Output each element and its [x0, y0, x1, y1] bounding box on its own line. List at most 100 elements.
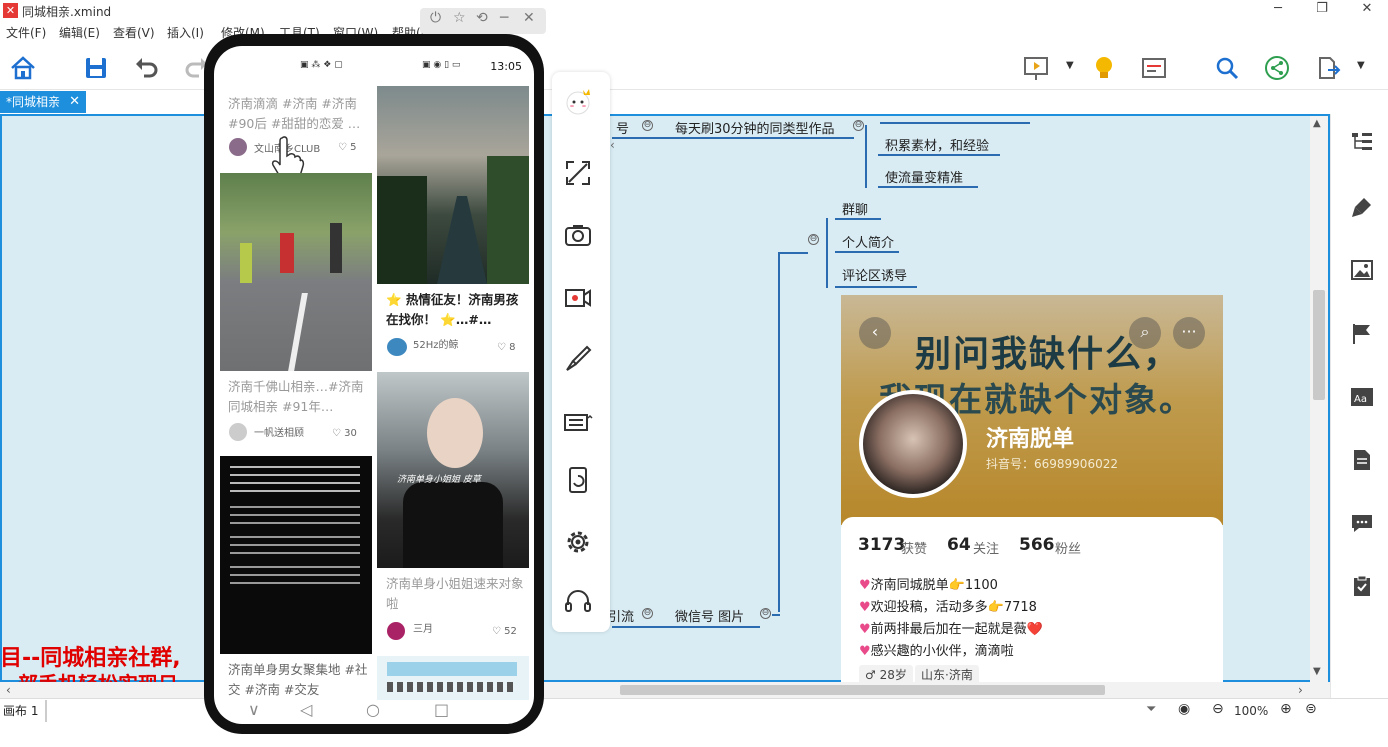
share-icon[interactable] [1263, 54, 1291, 82]
fit-screen-icon[interactable]: ⊜ [1305, 701, 1317, 717]
author-avatar [229, 423, 247, 441]
lightbulb-icon[interactable] [1090, 54, 1118, 82]
horizontal-scroll-thumb[interactable] [620, 685, 1105, 695]
status-icons-left: ▣ ⁂ ❖ ▢ [300, 60, 343, 70]
connector [778, 252, 780, 612]
phone-screen[interactable]: ▣ ⁂ ❖ ▢ ▣ ◉ ▯ ▭ 13:05 济南滴滴 #济南 #济南 #90后 … [214, 46, 534, 724]
collapse-icon[interactable]: ⊖ [808, 234, 819, 245]
feed-card-title[interactable]: 济南滴滴 #济南 #济南 #90后 #甜甜的恋爱 … [228, 94, 368, 134]
screenshot-icon[interactable] [563, 220, 593, 250]
topic-precise-traffic[interactable]: 使流量变精准 [885, 167, 963, 186]
zoom-in-icon[interactable]: ⊕ [1280, 701, 1292, 717]
nav-home-icon[interactable]: ○ [366, 700, 380, 719]
topic-partial-top[interactable]: 号 [616, 118, 629, 137]
phone-rotate-icon[interactable] [563, 465, 593, 495]
save-icon[interactable] [82, 54, 110, 82]
menu-bar [0, 22, 1388, 42]
presentation-dropdown-icon[interactable]: ▼ [1066, 60, 1074, 71]
profile-name: 济南脱单 [986, 427, 1075, 452]
undo-icon[interactable] [132, 54, 160, 82]
outline-icon[interactable] [1140, 54, 1168, 82]
author-avatar [387, 622, 405, 640]
collapse-icon[interactable]: ⊖ [642, 608, 653, 619]
filter-icon[interactable]: ⏷ [1146, 702, 1156, 717]
feed-photo-girl[interactable]: 济南单身小姐姐 皮草 [377, 372, 529, 568]
tab-label: *同城相亲 [6, 95, 61, 109]
text-style-icon[interactable]: Aa [1350, 385, 1374, 409]
scroll-left-icon[interactable]: ‹ [6, 683, 11, 697]
fullscreen-icon[interactable] [563, 158, 593, 188]
headset-support-icon[interactable] [563, 587, 593, 617]
topic-comment-guide[interactable]: 评论区诱导 [842, 265, 907, 284]
home-icon[interactable] [9, 54, 37, 82]
topic-daily-browse[interactable]: 每天刷30分钟的同类型作品 [675, 118, 835, 137]
record-icon[interactable] [563, 282, 593, 312]
connector [612, 137, 664, 139]
maximize-button[interactable]: ❐ [1312, 1, 1332, 16]
scroll-up-icon[interactable]: ▲ [1313, 118, 1321, 129]
scroll-down-icon[interactable]: ▼ [1313, 666, 1321, 677]
task-icon[interactable] [1350, 574, 1374, 598]
feed-photo-river[interactable] [377, 86, 529, 284]
nav-back-icon[interactable]: ◁ [300, 700, 312, 719]
topic-partial-bottom[interactable]: 引流 [608, 606, 634, 625]
zoom-out-icon[interactable]: ⊖ [1212, 701, 1224, 717]
minimize-button[interactable]: ─ [1268, 1, 1288, 16]
minimize-phone-icon[interactable]: ─ [500, 10, 508, 26]
nav-recent-icon[interactable]: □ [434, 700, 449, 719]
close-window-button[interactable]: ✕ [1357, 1, 1377, 16]
phone-nav-bar: ∨ ◁ ○ □ [214, 698, 534, 724]
feed-card-title[interactable]: 济南千佛山相亲…#济南同城相亲 #91年… [228, 377, 368, 417]
mascot-icon[interactable] [563, 86, 593, 116]
close-tab-icon[interactable]: ✕ [69, 91, 80, 113]
collapse-icon[interactable]: ⊖ [760, 608, 771, 619]
search-icon[interactable] [1213, 54, 1241, 82]
flag-icon[interactable] [1350, 322, 1374, 346]
scroll-right-icon[interactable]: › [1298, 683, 1303, 697]
feed-photo-crowd[interactable] [220, 173, 372, 371]
comment-icon[interactable] [1350, 511, 1374, 535]
settings-gear-icon[interactable] [563, 527, 593, 557]
topic-group-chat[interactable]: 群聊 [842, 199, 868, 218]
export-icon[interactable] [1314, 54, 1342, 82]
structure-icon[interactable] [1350, 130, 1374, 154]
nav-down-icon[interactable]: ∨ [248, 700, 260, 719]
topic-wechat-image[interactable]: 微信号 图片 [675, 606, 744, 625]
bio-line: ♥前两排最后加在一起就是薇❤️ [859, 622, 1043, 637]
feed-photo-text-post[interactable] [220, 456, 372, 654]
collapse-arrow-icon[interactable]: ‹ [610, 138, 615, 152]
embedded-profile-image[interactable]: 别问我缺什么， 我现在就缺个对象。 ‹ ⌕ ··· 济南脱单 抖音号：66989… [841, 295, 1223, 682]
notes-icon[interactable] [1350, 448, 1374, 472]
feed-card-title[interactable]: 济南单身小姐姐速来对象啦 [386, 574, 526, 614]
keyboard-icon[interactable] [563, 406, 593, 436]
menu-edit[interactable]: 编辑(E) [59, 24, 100, 41]
power-icon[interactable]: ⏻ [430, 10, 441, 26]
connector [835, 286, 917, 288]
collapse-icon[interactable]: ⊖ [642, 120, 653, 131]
menu-view[interactable]: 查看(V) [113, 24, 155, 41]
collapse-icon[interactable]: ⊖ [853, 120, 864, 131]
search-icon: ⌕ [1129, 317, 1161, 349]
feed-card-title[interactable]: 济南单身男女聚集地 #社交 #济南 #交友 [228, 660, 368, 700]
image-icon[interactable] [1350, 258, 1374, 282]
menu-insert[interactable]: 插入(I) [167, 24, 204, 41]
format-brush-icon[interactable] [1350, 195, 1374, 219]
like-count: ♡ 30 [332, 428, 357, 439]
sheet-tab[interactable]: 画布 1 [3, 702, 38, 719]
presentation-icon[interactable] [1022, 54, 1050, 82]
tab-document[interactable]: *同城相亲 ✕ [0, 91, 86, 113]
topic-profile-intro[interactable]: 个人简介 [842, 232, 894, 251]
vertical-scroll-thumb[interactable] [1313, 290, 1325, 400]
like-count: ♡ 5 [338, 142, 357, 153]
pin-star-icon[interactable]: ☆ [453, 10, 466, 26]
topic-accumulate-material[interactable]: 积累素材，和经验 [885, 135, 989, 154]
feed-card-title[interactable]: ⭐ 热情征友！济南男孩在找你！ ⭐…#… [386, 290, 526, 330]
close-phone-icon[interactable]: ✕ [523, 10, 535, 26]
draw-brush-icon[interactable] [563, 344, 593, 374]
eye-icon[interactable]: ◉ [1178, 701, 1190, 717]
rotate-icon[interactable]: ⟲ [476, 10, 488, 26]
menu-file[interactable]: 文件(F) [6, 24, 46, 41]
feed-photo-bottom[interactable] [377, 656, 529, 700]
xmind-logo-icon: ✕ [3, 3, 18, 18]
export-dropdown-icon[interactable]: ▼ [1357, 60, 1365, 71]
